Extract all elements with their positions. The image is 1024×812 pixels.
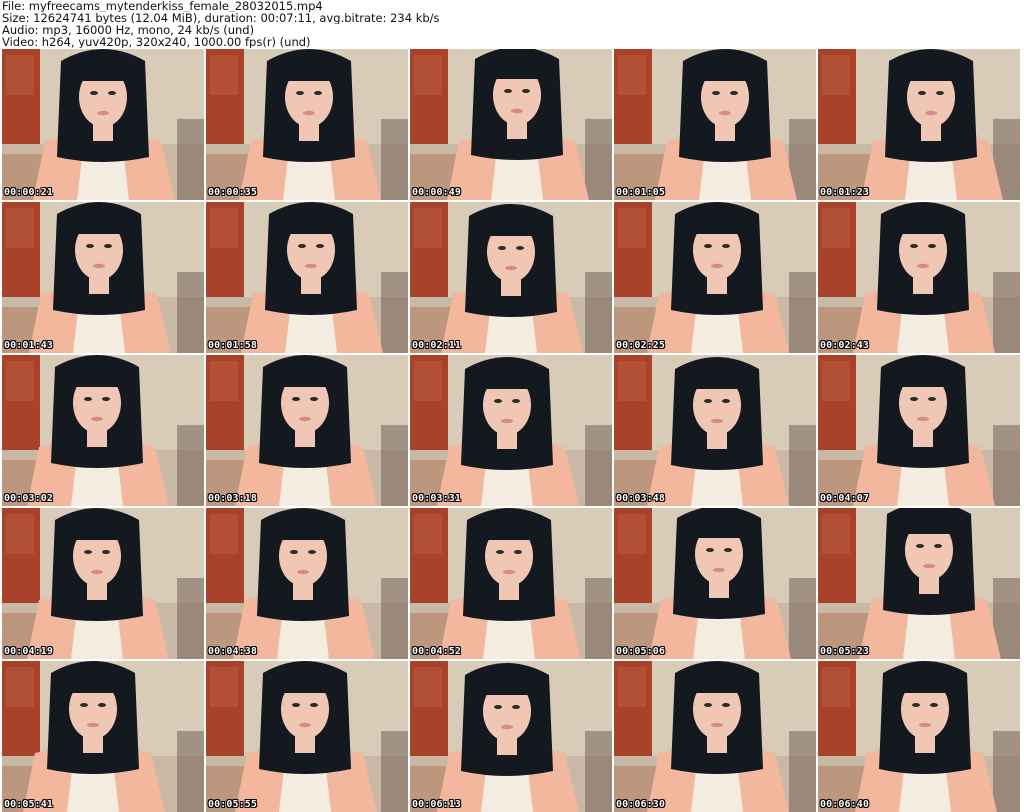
video-frame-thumbnail: 00:01:58 — [206, 202, 408, 353]
video-frame-thumbnail: 00:04:07 — [818, 355, 1020, 506]
frame-timestamp: 00:06:30 — [616, 799, 665, 810]
frame-image — [410, 202, 612, 353]
frame-image — [2, 508, 204, 659]
frame-timestamp: 00:05:55 — [208, 799, 257, 810]
video-info-line: Video: h264, yuv420p, 320x240, 1000.00 f… — [2, 36, 311, 48]
file-info-header: File: myfreecams_mytenderkiss_female_280… — [2, 0, 1022, 50]
frame-timestamp: 00:01:58 — [208, 340, 257, 351]
frame-image — [410, 355, 612, 506]
frame-timestamp: 00:05:23 — [820, 646, 869, 657]
video-frame-thumbnail: 00:05:06 — [614, 508, 816, 659]
frame-timestamp: 00:03:02 — [4, 493, 53, 504]
video-frame-thumbnail: 00:00:21 — [2, 49, 204, 200]
video-frame-thumbnail: 00:01:23 — [818, 49, 1020, 200]
frame-timestamp: 00:01:43 — [4, 340, 53, 351]
frame-image — [410, 49, 612, 200]
frame-timestamp: 00:04:07 — [820, 493, 869, 504]
video-frame-thumbnail: 00:04:19 — [2, 508, 204, 659]
video-frame-thumbnail: 00:03:02 — [2, 355, 204, 506]
video-frame-thumbnail: 00:05:23 — [818, 508, 1020, 659]
video-frame-thumbnail: 00:03:48 — [614, 355, 816, 506]
frame-timestamp: 00:00:21 — [4, 187, 53, 198]
frame-image — [818, 49, 1020, 200]
video-frame-thumbnail: 00:01:43 — [2, 202, 204, 353]
frame-timestamp: 00:05:41 — [4, 799, 53, 810]
frame-timestamp: 00:03:31 — [412, 493, 461, 504]
video-frame-thumbnail: 00:06:40 — [818, 661, 1020, 812]
frame-image — [206, 202, 408, 353]
frame-timestamp: 00:01:05 — [616, 187, 665, 198]
video-frame-thumbnail: 00:02:43 — [818, 202, 1020, 353]
frame-image — [2, 355, 204, 506]
frame-timestamp: 00:02:11 — [412, 340, 461, 351]
video-frame-thumbnail: 00:02:11 — [410, 202, 612, 353]
frame-timestamp: 00:04:38 — [208, 646, 257, 657]
frame-image — [410, 661, 612, 812]
video-frame-thumbnail: 00:04:38 — [206, 508, 408, 659]
video-frame-thumbnail: 00:06:30 — [614, 661, 816, 812]
frame-image — [614, 508, 816, 659]
frame-image — [818, 355, 1020, 506]
audio-info-line: Audio: mp3, 16000 Hz, mono, 24 kb/s (und… — [2, 24, 255, 36]
file-name-line: File: myfreecams_mytenderkiss_female_280… — [2, 0, 323, 12]
frame-image — [818, 202, 1020, 353]
frame-image — [614, 355, 816, 506]
video-frame-thumbnail: 00:03:18 — [206, 355, 408, 506]
video-frame-thumbnail: 00:03:31 — [410, 355, 612, 506]
frame-timestamp: 00:00:35 — [208, 187, 257, 198]
frame-timestamp: 00:06:40 — [820, 799, 869, 810]
frame-image — [818, 508, 1020, 659]
frame-image — [614, 49, 816, 200]
video-frame-thumbnail: 00:02:25 — [614, 202, 816, 353]
video-frame-thumbnail: 00:00:35 — [206, 49, 408, 200]
video-frame-thumbnail: 00:01:05 — [614, 49, 816, 200]
video-frame-thumbnail: 00:00:49 — [410, 49, 612, 200]
file-size-line: Size: 12624741 bytes (12.04 MiB), durati… — [2, 12, 440, 24]
frame-timestamp: 00:01:23 — [820, 187, 869, 198]
frame-image — [818, 661, 1020, 812]
frame-image — [206, 508, 408, 659]
frame-image — [614, 661, 816, 812]
frame-image — [410, 508, 612, 659]
video-frame-thumbnail: 00:04:52 — [410, 508, 612, 659]
frame-image — [2, 49, 204, 200]
thumbnail-grid: 00:00:21 00:00:35 00:00:49 00:01:05 00:01:23… — [0, 49, 1024, 812]
frame-timestamp: 00:02:43 — [820, 340, 869, 351]
frame-timestamp: 00:05:06 — [616, 646, 665, 657]
frame-timestamp: 00:00:49 — [412, 187, 461, 198]
video-frame-thumbnail: 00:06:13 — [410, 661, 612, 812]
frame-timestamp: 00:02:25 — [616, 340, 665, 351]
frame-timestamp: 00:04:52 — [412, 646, 461, 657]
frame-timestamp: 00:03:48 — [616, 493, 665, 504]
frame-image — [614, 202, 816, 353]
frame-image — [206, 49, 408, 200]
frame-image — [206, 355, 408, 506]
frame-timestamp: 00:03:18 — [208, 493, 257, 504]
frame-image — [206, 661, 408, 812]
frame-timestamp: 00:06:13 — [412, 799, 461, 810]
video-frame-thumbnail: 00:05:41 — [2, 661, 204, 812]
frame-image — [2, 661, 204, 812]
video-frame-thumbnail: 00:05:55 — [206, 661, 408, 812]
frame-timestamp: 00:04:19 — [4, 646, 53, 657]
frame-image — [2, 202, 204, 353]
